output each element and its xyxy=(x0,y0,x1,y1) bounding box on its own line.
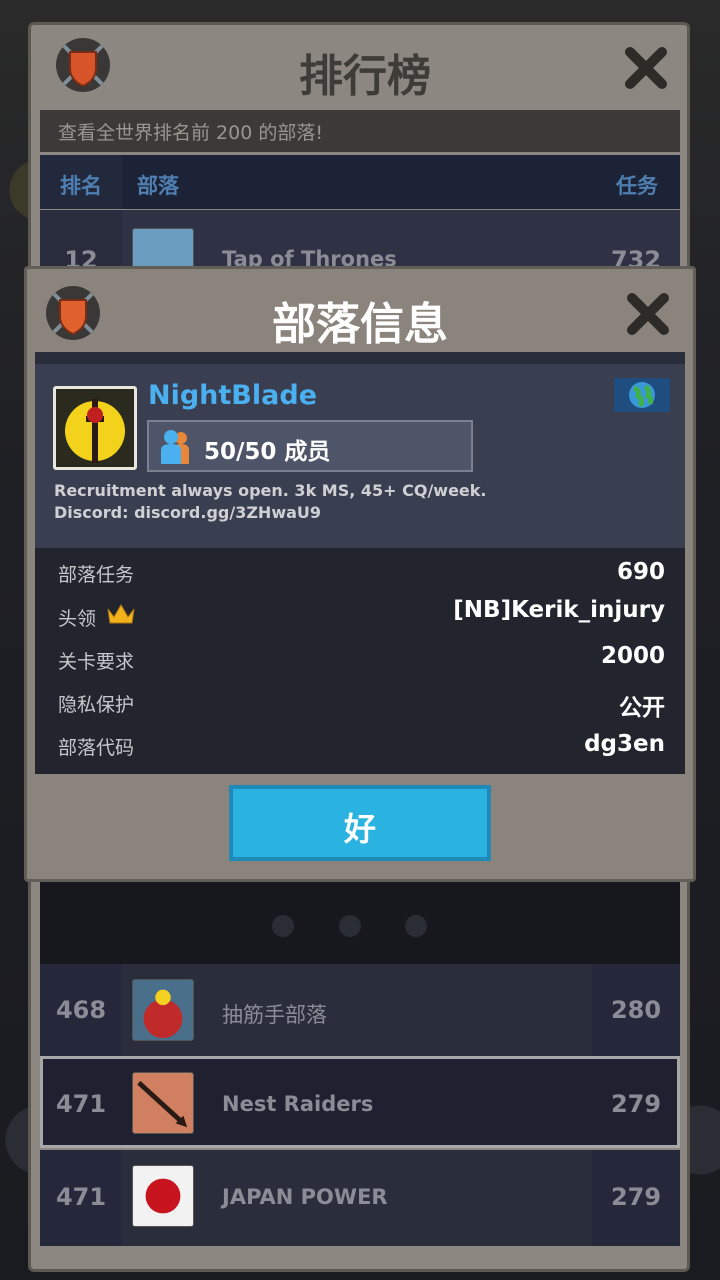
stat-value-quests: 690 xyxy=(616,559,665,585)
member-count: 50/50 成员 xyxy=(204,439,331,465)
stat-label-clan-code: 部落代码 xyxy=(58,737,135,759)
ellipsis-dot xyxy=(405,915,427,937)
clan-icon xyxy=(132,979,194,1041)
leaderboard-subtitle: 查看全世界排名前 200 的部落! xyxy=(58,122,323,144)
card-top-strip xyxy=(35,352,685,364)
shield-icon xyxy=(56,38,110,92)
crown-icon xyxy=(107,604,135,624)
globe-flag-icon xyxy=(614,378,670,412)
selected-row-outline xyxy=(40,1056,680,1148)
clan-description-line2: Discord: discord.gg/3ZHwaU9 xyxy=(54,503,322,522)
table-header xyxy=(40,155,680,209)
row-score: 279 xyxy=(610,1183,662,1211)
leaderboard-title: 排行榜 xyxy=(299,51,431,102)
stat-label-level-requirement: 关卡要求 xyxy=(58,651,135,673)
stat-value-leader: [NB]Kerik_injury xyxy=(453,597,665,623)
row-rank: 471 xyxy=(55,1183,107,1211)
column-clan: 部落 xyxy=(137,174,179,198)
shield-icon xyxy=(46,286,100,340)
column-quests: 任务 xyxy=(616,174,658,198)
row-clan-name: JAPAN POWER xyxy=(222,1185,388,1209)
stat-label-privacy: 隐私保护 xyxy=(58,694,135,716)
clan-name: NightBlade xyxy=(148,380,318,411)
stat-value-privacy: 公开 xyxy=(619,695,665,721)
column-rank: 排名 xyxy=(60,174,102,198)
clan-description-line1: Recruitment always open. 3k MS, 45+ CQ/w… xyxy=(54,481,487,500)
close-icon[interactable] xyxy=(622,44,670,92)
modal-title: 部落信息 xyxy=(272,299,448,350)
ellipsis-dot xyxy=(339,915,361,937)
close-icon[interactable] xyxy=(624,290,672,338)
stat-value-clan-code: dg3en xyxy=(584,731,665,757)
ellipsis-dot xyxy=(272,915,294,937)
row-score: 280 xyxy=(610,996,662,1024)
row-rank: 468 xyxy=(55,996,107,1024)
clan-emblem-icon xyxy=(53,386,137,470)
members-icon xyxy=(161,430,189,464)
ok-button-label: 好 xyxy=(343,810,376,848)
stat-label-quests: 部落任务 xyxy=(58,564,135,586)
flag-icon xyxy=(132,1165,194,1227)
row-clan-name: 抽筋手部落 xyxy=(222,1003,327,1027)
stat-value-level-requirement: 2000 xyxy=(600,643,665,669)
stat-label-leader: 头领 xyxy=(58,608,97,630)
